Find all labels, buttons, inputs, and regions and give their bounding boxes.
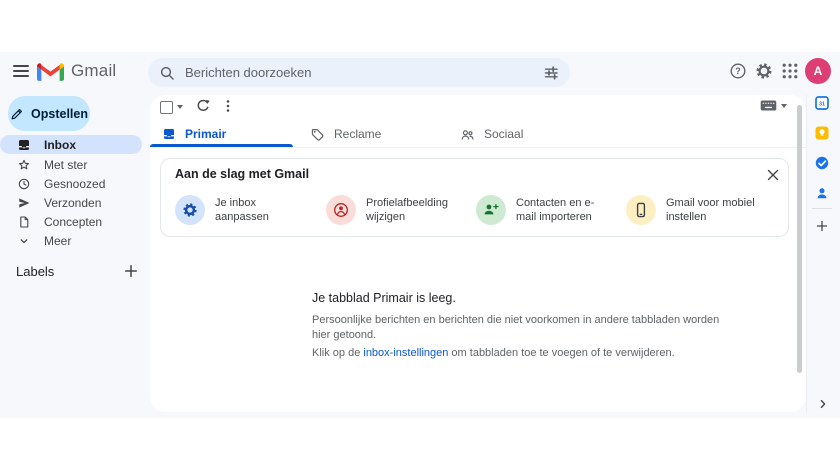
- labels-heading: Labels: [16, 264, 55, 279]
- sidebar-item-drafts[interactable]: Concepten: [0, 212, 142, 231]
- onboarding-item-label: Je inbox aanpassen: [215, 197, 269, 223]
- gmail-m-icon: [37, 62, 64, 81]
- onboarding-item-gmail-mobile[interactable]: Gmail voor mobiel instellen: [626, 195, 755, 225]
- compose-label: Opstellen: [31, 106, 88, 121]
- sidebar-item-label: Concepten: [44, 214, 103, 229]
- brand-name: Gmail: [71, 61, 117, 80]
- sidebar-item-label: Meer: [44, 233, 72, 248]
- tasks-icon[interactable]: [815, 156, 829, 170]
- gmail-window: Gmail ?: [0, 0, 840, 473]
- tag-icon: [311, 128, 324, 141]
- draft-icon: [18, 215, 30, 228]
- sidebar-item-starred[interactable]: Met ster: [0, 155, 142, 174]
- tab-label: Sociaal: [484, 127, 524, 141]
- search-options-icon[interactable]: [544, 65, 558, 80]
- search-bar[interactable]: [148, 58, 570, 87]
- sidebar-item-snoozed[interactable]: Gesnoozed: [0, 174, 142, 193]
- onboarding-item-label: Gmail voor mobiel instellen: [666, 197, 755, 223]
- tab-label: Reclame: [334, 127, 382, 141]
- profile-icon: [326, 195, 356, 225]
- sidebar-item-label: Inbox: [44, 137, 76, 152]
- search-input[interactable]: [183, 64, 535, 81]
- sidebar-item-sent[interactable]: Verzonden: [0, 193, 142, 212]
- pencil-icon: [10, 107, 24, 121]
- empty-state-cta: Klik op de inbox-instellingen om tabblad…: [312, 347, 675, 359]
- send-icon: [18, 197, 30, 209]
- apps-grid-icon[interactable]: [781, 62, 799, 80]
- inbox-tab-icon: [163, 128, 175, 140]
- keyboard-icon: [760, 100, 777, 111]
- star-icon: [18, 159, 30, 171]
- empty-state-title: Je tabblad Primair is leeg.: [312, 291, 456, 305]
- person-add-icon: [476, 195, 506, 225]
- refresh-icon[interactable]: [196, 99, 210, 113]
- sidebar-item-inbox[interactable]: Inbox: [0, 135, 142, 154]
- cta-suffix: om tabbladen toe te voegen of te verwijd…: [448, 347, 675, 359]
- side-panel-divider: [806, 95, 807, 412]
- side-panel-collapse-icon[interactable]: [817, 398, 829, 410]
- clock-icon: [18, 178, 30, 190]
- input-tools-dropdown-icon: [781, 103, 787, 108]
- compose-button[interactable]: Opstellen: [8, 96, 90, 131]
- sidebar-item-label: Verzonden: [44, 195, 102, 210]
- gmail-logo: Gmail: [37, 61, 116, 81]
- onboarding-item-profile-picture[interactable]: Profielafbeelding wijzigen: [326, 195, 448, 225]
- onboarding-item-import-contacts[interactable]: Contacten en e-mail importeren: [476, 195, 594, 225]
- empty-state-body: Persoonlijke berichten en berichten die …: [312, 314, 720, 341]
- inbox-icon: [18, 139, 30, 151]
- main-menu-icon[interactable]: [13, 63, 29, 79]
- svg-text:?: ?: [735, 66, 741, 76]
- avatar[interactable]: A: [805, 58, 831, 84]
- get-addons-icon[interactable]: [816, 220, 828, 232]
- active-tab-underline: [150, 144, 293, 147]
- side-panel-separator: [812, 208, 832, 209]
- input-tools-button[interactable]: [760, 100, 787, 111]
- select-dropdown-icon[interactable]: [177, 105, 183, 109]
- sidebar-item-more[interactable]: Meer: [0, 231, 142, 250]
- onboarding-item-label: Profielafbeelding wijzigen: [366, 197, 448, 223]
- phone-icon: [626, 195, 656, 225]
- add-label-icon[interactable]: [124, 264, 138, 278]
- tab-promotions[interactable]: Reclame: [311, 121, 381, 147]
- close-icon[interactable]: [766, 168, 780, 182]
- chevron-down-icon: [18, 235, 30, 247]
- sidebar-item-label: Met ster: [44, 157, 88, 172]
- select-all-checkbox[interactable]: [160, 101, 173, 114]
- tab-label: Primair: [185, 127, 227, 141]
- onboarding-item-customize-inbox[interactable]: Je inbox aanpassen: [175, 195, 269, 225]
- gear-icon: [175, 195, 205, 225]
- keep-icon[interactable]: [815, 126, 829, 140]
- search-icon[interactable]: [160, 66, 174, 80]
- sidebar-item-label: Gesnoozed: [44, 176, 106, 191]
- onboarding-title: Aan de slag met Gmail: [175, 167, 310, 181]
- cta-prefix: Klik op de: [312, 347, 364, 359]
- onboarding-item-label: Contacten en e-mail importeren: [516, 197, 595, 223]
- contacts-icon[interactable]: [815, 186, 829, 200]
- settings-gear-icon[interactable]: [755, 62, 773, 80]
- tab-social[interactable]: Sociaal: [461, 121, 523, 147]
- inbox-settings-link[interactable]: inbox-instellingen: [363, 347, 448, 359]
- people-icon: [461, 128, 474, 141]
- scrollbar-thumb[interactable]: [797, 105, 802, 373]
- tab-divider: [150, 147, 806, 148]
- more-options-icon[interactable]: [221, 99, 235, 113]
- help-icon[interactable]: ?: [729, 62, 747, 80]
- calendar-icon[interactable]: 31: [815, 96, 829, 110]
- svg-text:31: 31: [819, 102, 825, 108]
